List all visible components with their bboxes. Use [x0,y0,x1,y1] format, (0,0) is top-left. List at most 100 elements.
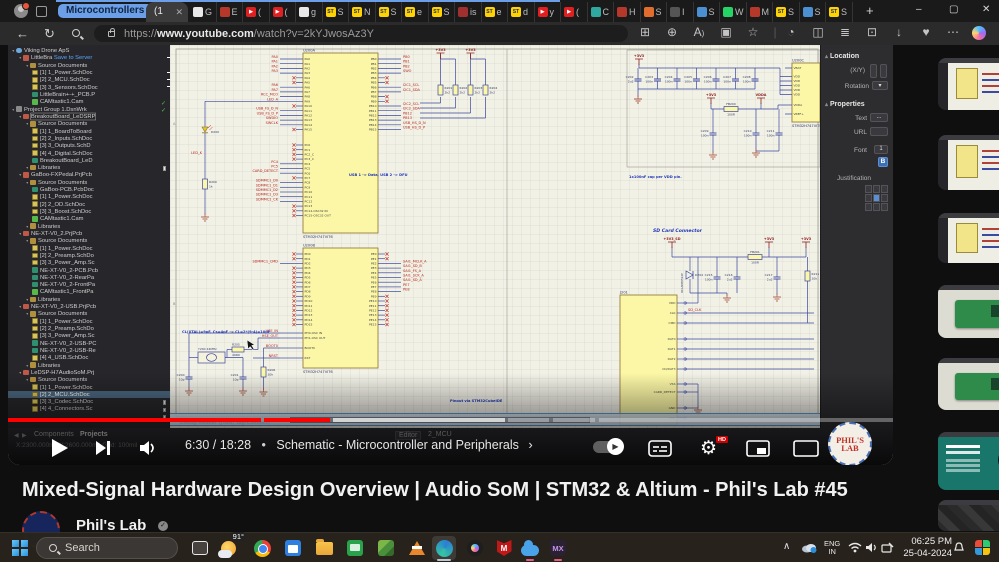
project-tree-item[interactable]: [1] 1_Power.SchDoc [8,193,170,200]
project-tree-item[interactable]: NE-XT-V0_2-PCB.Pcb [8,266,170,273]
project-tree-item[interactable]: NE-XT-V0_2-USB-Re [8,347,170,354]
browser-tab[interactable]: is [455,2,482,22]
project-tree-item[interactable]: ▾ NE-XT-V0_2.PrjPcb [8,230,170,237]
project-tree-item[interactable]: [2] 2_OD.SchDoc [8,201,170,208]
project-tree-item[interactable]: [1] 1_Power.SchDoc [8,383,170,398]
browser-tab[interactable]: ▶ y [535,2,561,22]
new-tab-button[interactable]: + [866,3,874,18]
search-icon[interactable] [72,29,80,37]
remote-app-icon[interactable] [343,536,367,560]
browser-tab[interactable]: ST N [349,2,376,22]
split-window-icon[interactable]: ◫ [809,25,827,39]
project-tree-item[interactable]: CAMtastic1.Cam [8,215,170,222]
maximize-button[interactable]: ▢ [949,4,958,15]
project-tree-item[interactable]: ▾ Source Documents [8,310,170,317]
text-field[interactable]: ... [870,113,888,122]
minimize-button[interactable]: – [916,4,922,15]
chapter-chevron-icon[interactable]: › [528,437,532,452]
volume-icon[interactable] [139,439,159,457]
browser-tab[interactable]: G [190,2,217,22]
widgets-icon[interactable] [975,540,990,555]
project-tree-item[interactable]: ▾ Source Documents [8,120,170,127]
project-tree-item[interactable]: [2] 2_MCU.SchDoc [8,390,170,405]
project-tree-item[interactable]: GaBoo-PCB.PcbDoc [8,186,170,193]
browser-tab[interactable]: S [800,2,826,22]
browser-tab[interactable]: ST d [508,2,535,22]
project-tree-item[interactable]: ▾ BreakoutBoard_LeDSRP [8,112,170,121]
justification-grid[interactable] [865,185,888,211]
rotation-dropdown[interactable]: ▾ [872,81,888,90]
browser-tab[interactable]: ▶( [561,2,588,22]
copilot-app-icon[interactable] [463,536,487,560]
settings-gear-icon[interactable]: ⚙ [700,437,717,460]
video-popout-icon[interactable]: ▣ [717,25,735,39]
taskbar-search-box[interactable]: Search [36,537,178,559]
video-player[interactable]: ▾ Viking Drone ApS ▾ LittleBra Save to Serv… [8,45,893,465]
project-tree-item[interactable]: ▾ Libraries [8,296,170,303]
refresh-button[interactable]: ↻ [44,26,55,42]
more-options-icon[interactable]: ⋯ [944,25,962,39]
project-tree-item[interactable]: ▾ Libraries [8,164,170,171]
project-tree-item[interactable]: LittleBrain+-+_PCB.P ✓ [8,91,170,107]
suggested-video-thumbnail[interactable] [938,58,999,110]
project-tree-item[interactable]: ▾ Source Documents [8,179,170,186]
project-tree-item[interactable]: [3] 3_Codec.SchDoc [8,398,170,412]
play-button[interactable] [48,437,70,459]
copilot-icon[interactable] [972,26,986,40]
browser-tab[interactable]: S [641,2,667,22]
volume-tray-icon[interactable] [865,542,878,553]
suggested-video-thumbnail[interactable] [938,432,999,490]
browser-tab[interactable]: ST S [376,2,402,22]
x-field[interactable] [870,64,877,78]
onedrive-icon[interactable] [801,542,817,553]
project-tree-item[interactable]: [2] 2_Inputs.SchDoc [8,135,170,142]
tray-chevron-icon[interactable]: ∧ [783,541,790,552]
browser-tab[interactable]: ST S [826,2,853,22]
browser-tab[interactable]: ST S [773,2,800,22]
suggested-video-thumbnail[interactable] [938,213,999,263]
file-explorer-icon[interactable] [312,536,336,560]
store-icon[interactable] [281,536,305,560]
project-tree-item[interactable]: NE-XT-V0_2-RearPa [8,274,170,281]
browser-tab[interactable]: H [614,2,641,22]
close-tab-icon[interactable]: ✕ [175,2,183,22]
project-tree-item[interactable]: [1] 1_Power.SchDoc [8,69,170,76]
project-tree-item[interactable]: [1] 1_Power.SchDoc [8,244,170,251]
url-field[interactable] [870,127,888,136]
project-tree-item[interactable]: ▾ Libraries [8,361,170,368]
video-progress-bar[interactable] [8,418,893,422]
save-to-server-link[interactable]: Save to Server [52,55,91,61]
downloads-icon[interactable]: ↓ [890,25,908,39]
split-screen-icon[interactable]: ⊞ [636,25,654,39]
miniplayer-button[interactable] [746,440,770,457]
properties-section-header[interactable]: Properties [825,101,865,108]
browser-tab[interactable]: ST e [482,2,508,22]
browser-tab[interactable]: g [296,2,323,22]
browser-tab[interactable]: W [720,2,747,22]
start-button[interactable] [8,536,32,560]
browser-tab[interactable]: E [217,2,243,22]
browser-tab[interactable]: ST e [402,2,429,22]
wellness-icon[interactable]: ♥ [917,25,935,39]
edge-icon[interactable] [432,536,456,561]
channel-watermark[interactable]: PHIL'S LAB [828,422,872,465]
project-tree-item[interactable]: CAMtastic1.Cam ✓ [8,98,170,114]
project-tree-item[interactable]: [1] 1_Power.SchDoc [8,318,170,325]
next-button[interactable] [94,439,112,457]
back-button[interactable]: ← [16,26,29,41]
close-window-button[interactable]: ✕ [982,4,990,15]
project-tree-item[interactable]: NE-XT-V0_2-FrontPa [8,281,170,288]
autoplay-toggle[interactable] [593,438,624,455]
project-tree-item[interactable]: ▾ Source Documents [8,62,170,69]
project-tree-item[interactable]: [1] 1_BoardToBoard [8,127,170,134]
browser-tab[interactable]: C [588,2,614,22]
language-indicator[interactable]: ENG IN [824,540,840,556]
gallery-app-icon[interactable] [374,536,398,560]
taskbar-clock[interactable]: 06:25 PM 25-04-2024 [903,536,952,560]
browser-tab[interactable]: I [667,2,694,22]
browser-tab[interactable]: M [747,2,773,22]
tab-sync-icon[interactable]: ⊡ [863,25,881,39]
weather-widget[interactable]: 91° [216,532,246,560]
project-tree-item[interactable]: ▾ Viking Drone ApS [8,47,170,54]
project-tree-item[interactable]: [3] 3_Sensors.SchDoc [8,84,170,91]
